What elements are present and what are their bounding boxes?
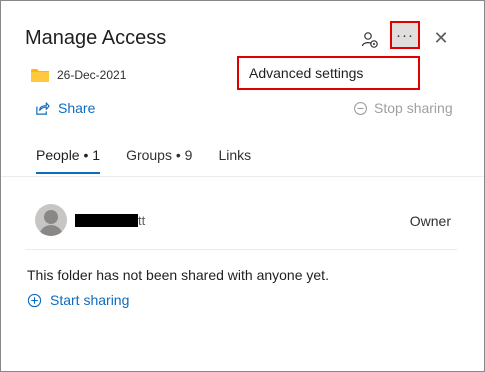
tab-list: People • 1 Groups • 9 Links (36, 147, 277, 174)
share-label: Share (58, 100, 96, 116)
stop-sharing-label: Stop sharing (374, 100, 453, 116)
folder-icon (31, 69, 49, 82)
redacted-name (75, 214, 138, 227)
person-name: tt (138, 213, 146, 228)
start-sharing-label: Start sharing (50, 292, 130, 308)
more-options-menu: Advanced settings (237, 56, 420, 90)
more-options-button[interactable]: ··· (390, 21, 420, 49)
person-role: Owner (409, 213, 451, 229)
empty-message: This folder has not been shared with any… (27, 267, 329, 283)
avatar-body (39, 225, 63, 236)
manage-people-button[interactable] (357, 27, 383, 53)
list-item: tt Owner (35, 204, 457, 240)
stop-icon (354, 101, 367, 115)
avatar-head (44, 210, 58, 224)
tab-people[interactable]: People • 1 (36, 147, 101, 174)
manage-access-dialog: Manage Access ··· ✕ Advanced settings 26… (0, 0, 485, 372)
tab-groups[interactable]: Groups • 9 (126, 147, 192, 174)
stop-sharing-button[interactable]: Stop sharing (353, 100, 453, 116)
avatar (35, 204, 67, 236)
more-options-icon: ··· (396, 26, 414, 44)
start-sharing-button[interactable]: Start sharing (27, 292, 129, 308)
tab-links[interactable]: Links (218, 147, 251, 174)
folder-date: 26-Dec-2021 (57, 68, 127, 82)
tabs-divider (1, 176, 484, 177)
row-divider (25, 249, 457, 250)
dialog-title: Manage Access (25, 27, 167, 49)
share-icon (36, 101, 50, 115)
menu-item-advanced-settings[interactable]: Advanced settings (249, 65, 363, 81)
close-icon: ✕ (433, 27, 449, 48)
share-button[interactable]: Share (35, 100, 95, 116)
folder-info: 26-Dec-2021 (31, 68, 126, 82)
people-settings-icon (361, 32, 378, 48)
close-button[interactable]: ✕ (428, 25, 454, 51)
add-circle-icon (27, 293, 42, 307)
